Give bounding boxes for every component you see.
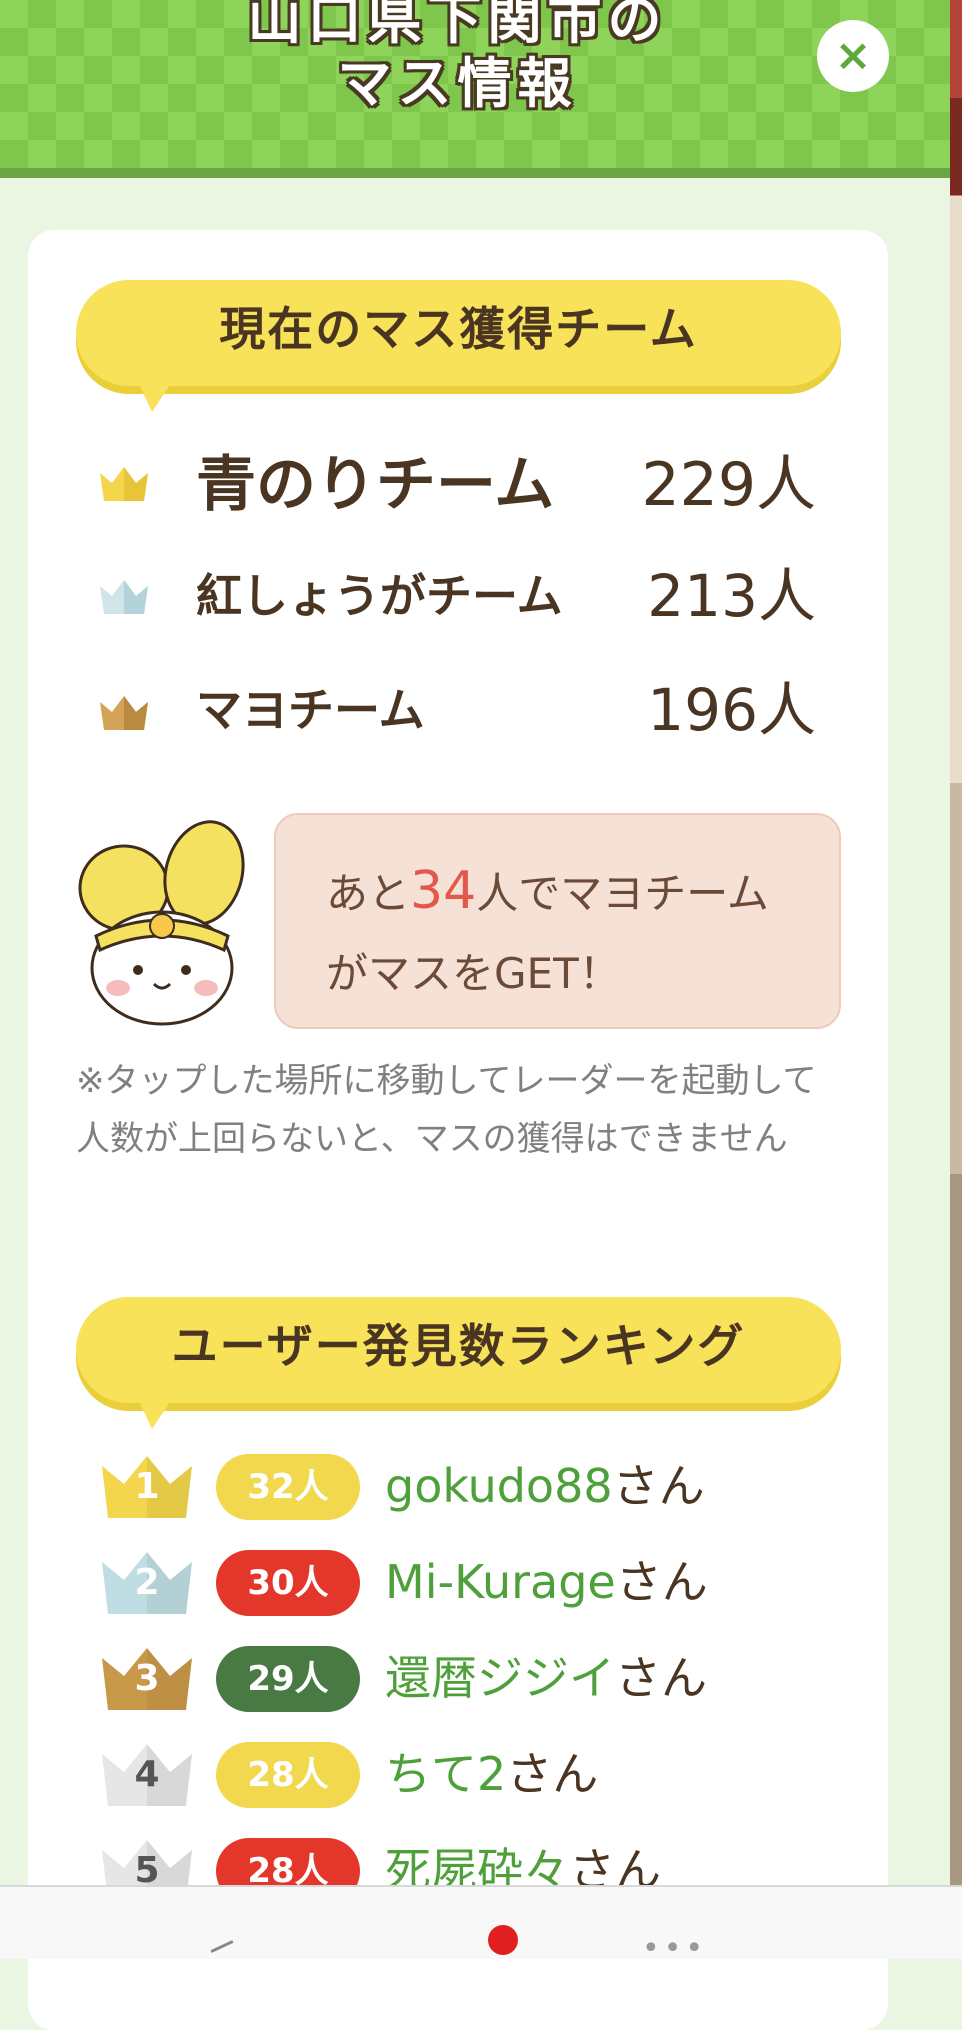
- page-title: 山口県下関市の マス情報: [0, 0, 915, 116]
- rank-crown-icon: 2: [100, 1548, 194, 1616]
- ranking-row[interactable]: 1 32人 gokudo88さん: [100, 1452, 840, 1520]
- notification-dot-icon[interactable]: [488, 1925, 518, 1955]
- user-name-text: 還暦ジジイ: [385, 1651, 615, 1705]
- rank-number: 1: [134, 1466, 160, 1507]
- title-line-2: マス情報: [337, 52, 578, 115]
- team-count: 229人: [641, 450, 816, 520]
- user-name[interactable]: 還暦ジジイさん: [385, 1644, 707, 1712]
- team-count: 213人: [647, 562, 816, 630]
- message-prefix: あと: [326, 869, 411, 918]
- more-icon[interactable]: •••: [642, 1931, 707, 1966]
- map-background-strip: [950, 0, 962, 1957]
- rank-crown-icon: 3: [100, 1644, 194, 1712]
- count-badge: 29人: [216, 1646, 360, 1712]
- rank-number: 4: [134, 1754, 160, 1795]
- close-icon: ×: [834, 30, 872, 81]
- ranking-section-title: ユーザー発見数ランキング: [171, 1319, 746, 1373]
- rank-number: 3: [134, 1658, 160, 1699]
- user-name-text: Mi-Kurage: [385, 1555, 616, 1609]
- title-line-1: 山口県下関市の: [247, 0, 668, 51]
- back-arrow-icon[interactable]: [210, 1940, 234, 1953]
- crown-bronze-icon: [100, 696, 148, 730]
- bottom-navigation: •••: [0, 1885, 962, 1966]
- user-name-text: ちて2: [385, 1747, 507, 1801]
- rank-crown-icon: 4: [100, 1740, 194, 1808]
- message-number: 34: [410, 861, 477, 921]
- note-text: ※タップした場所に移動してレーダーを起動して人数が上回らないと、マスの獲得はでき…: [76, 1061, 817, 1159]
- mascot-illustration: [78, 820, 245, 1026]
- user-suffix: さん: [612, 1459, 705, 1513]
- ranking-row[interactable]: 3 29人 還暦ジジイさん: [100, 1644, 840, 1712]
- user-name[interactable]: ちて2さん: [385, 1740, 598, 1808]
- team-name: 青のりチーム: [196, 450, 555, 520]
- team-row: 青のりチーム 229人: [100, 445, 820, 525]
- ranking-row[interactable]: 2 30人 Mi-Kurageさん: [100, 1548, 840, 1616]
- rank-number: 2: [134, 1562, 160, 1603]
- team-name: 紅しょうがチーム: [196, 569, 563, 623]
- team-row: マヨチーム 196人: [100, 672, 820, 752]
- count-badge: 28人: [216, 1742, 360, 1808]
- user-name[interactable]: gokudo88さん: [385, 1452, 705, 1520]
- ranking-row[interactable]: 4 28人 ちて2さん: [100, 1740, 840, 1808]
- message-bubble: あと34人でマヨチームがマスをGET！: [274, 813, 841, 1029]
- team-section-title: 現在のマス獲得チーム: [219, 302, 698, 356]
- count-badge: 32人: [216, 1454, 360, 1520]
- team-section-header: 現在のマス獲得チーム: [76, 280, 841, 412]
- crown-gold-icon: [100, 467, 148, 501]
- header-bar: 山口県下関市の マス情報 ×: [0, 0, 950, 178]
- team-name: マヨチーム: [196, 683, 425, 737]
- user-name[interactable]: Mi-Kurageさん: [385, 1548, 708, 1616]
- count-badge: 30人: [216, 1550, 360, 1616]
- rank-crown-icon: 1: [100, 1452, 194, 1520]
- user-suffix: さん: [506, 1747, 599, 1801]
- ranking-section-header: ユーザー発見数ランキング: [76, 1297, 841, 1429]
- user-suffix: さん: [615, 1651, 707, 1705]
- user-name-text: gokudo88: [385, 1459, 613, 1513]
- user-suffix: さん: [615, 1555, 708, 1609]
- team-row: 紅しょうがチーム 213人: [100, 560, 820, 640]
- crown-silver-icon: [100, 580, 148, 614]
- team-count: 196人: [647, 676, 816, 744]
- close-button[interactable]: ×: [817, 20, 889, 92]
